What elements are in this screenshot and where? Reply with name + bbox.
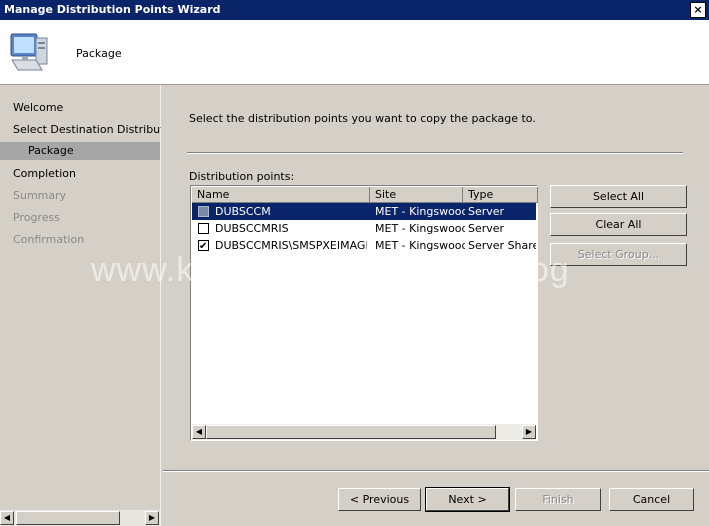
sidebar-item-select-destination[interactable]: Select Destination Distribution Point — [13, 123, 161, 136]
distribution-points-list[interactable]: Name Site Type DUBSCCM MET - Kingswood S… — [190, 185, 538, 441]
scroll-right-icon[interactable]: ▶ — [145, 511, 159, 525]
row-type: Server — [468, 222, 505, 235]
row-name: DUBSCCM — [215, 205, 271, 218]
clear-all-button[interactable]: Clear All — [550, 213, 687, 236]
sidebar-item-welcome[interactable]: Welcome — [13, 101, 161, 114]
previous-button[interactable]: < Previous — [338, 488, 421, 511]
list-scroll-thumb[interactable] — [206, 425, 496, 439]
computer-icon — [10, 33, 48, 71]
column-header-type[interactable]: Type — [463, 187, 538, 203]
row-checkbox[interactable] — [198, 238, 209, 255]
sidebar-item-summary: Summary — [13, 189, 67, 202]
footer-divider — [163, 470, 709, 472]
row-site: MET - Kingswood — [375, 239, 465, 252]
next-button[interactable]: Next > — [425, 487, 510, 512]
title-bar[interactable]: Manage Distribution Points Wizard × — [0, 0, 709, 20]
wizard-content: Select the distribution points you want … — [163, 85, 709, 526]
scroll-left-icon[interactable]: ◀ — [0, 511, 14, 525]
distribution-points-label: Distribution points: — [189, 170, 295, 183]
row-type: Server — [468, 205, 505, 218]
table-row[interactable]: DUBSCCMRIS\SMSPXEIMAGES$ MET - Kingswood… — [192, 237, 536, 255]
select-all-button[interactable]: Select All — [550, 185, 687, 208]
sidebar-item-completion[interactable]: Completion — [13, 167, 161, 180]
page-title: Package — [76, 47, 122, 60]
content-divider — [187, 152, 683, 154]
sidebar-scroll-thumb[interactable] — [16, 511, 120, 525]
row-type: Server Share — [468, 239, 536, 252]
wizard-header: Package — [0, 20, 709, 84]
row-name: DUBSCCMRIS — [215, 222, 289, 235]
sidebar-horizontal-scrollbar[interactable]: ◀ ▶ — [0, 510, 160, 526]
column-header-name[interactable]: Name — [192, 187, 370, 203]
select-group-button: Select Group... — [550, 243, 687, 266]
wizard-sidebar: Welcome Select Destination Distribution … — [0, 85, 161, 526]
row-site: MET - Kingswood — [375, 222, 465, 235]
sidebar-item-confirmation: Confirmation — [13, 233, 85, 246]
sidebar-item-progress: Progress — [13, 211, 60, 224]
row-name: DUBSCCMRIS\SMSPXEIMAGES$ — [215, 239, 367, 252]
table-row[interactable]: DUBSCCMRIS MET - Kingswood Server — [192, 220, 536, 237]
row-checkbox[interactable] — [198, 206, 209, 217]
sidebar-item-package[interactable]: Package — [0, 142, 160, 160]
close-icon[interactable]: × — [690, 2, 706, 18]
row-checkbox[interactable] — [198, 223, 209, 234]
scroll-left-icon[interactable]: ◀ — [192, 425, 206, 439]
window-title: Manage Distribution Points Wizard — [4, 3, 221, 16]
table-row[interactable]: DUBSCCM MET - Kingswood Server — [192, 203, 536, 220]
instruction-text: Select the distribution points you want … — [189, 112, 536, 125]
list-horizontal-scrollbar[interactable]: ◀ ▶ — [192, 424, 536, 440]
finish-button: Finish — [515, 488, 601, 511]
column-header-site[interactable]: Site — [370, 187, 463, 203]
row-site: MET - Kingswood — [375, 205, 465, 218]
list-header: Name Site Type — [192, 187, 538, 203]
wizard-window: Manage Distribution Points Wizard × Pack… — [0, 0, 709, 526]
cancel-button[interactable]: Cancel — [609, 488, 694, 511]
scroll-right-icon[interactable]: ▶ — [522, 425, 536, 439]
